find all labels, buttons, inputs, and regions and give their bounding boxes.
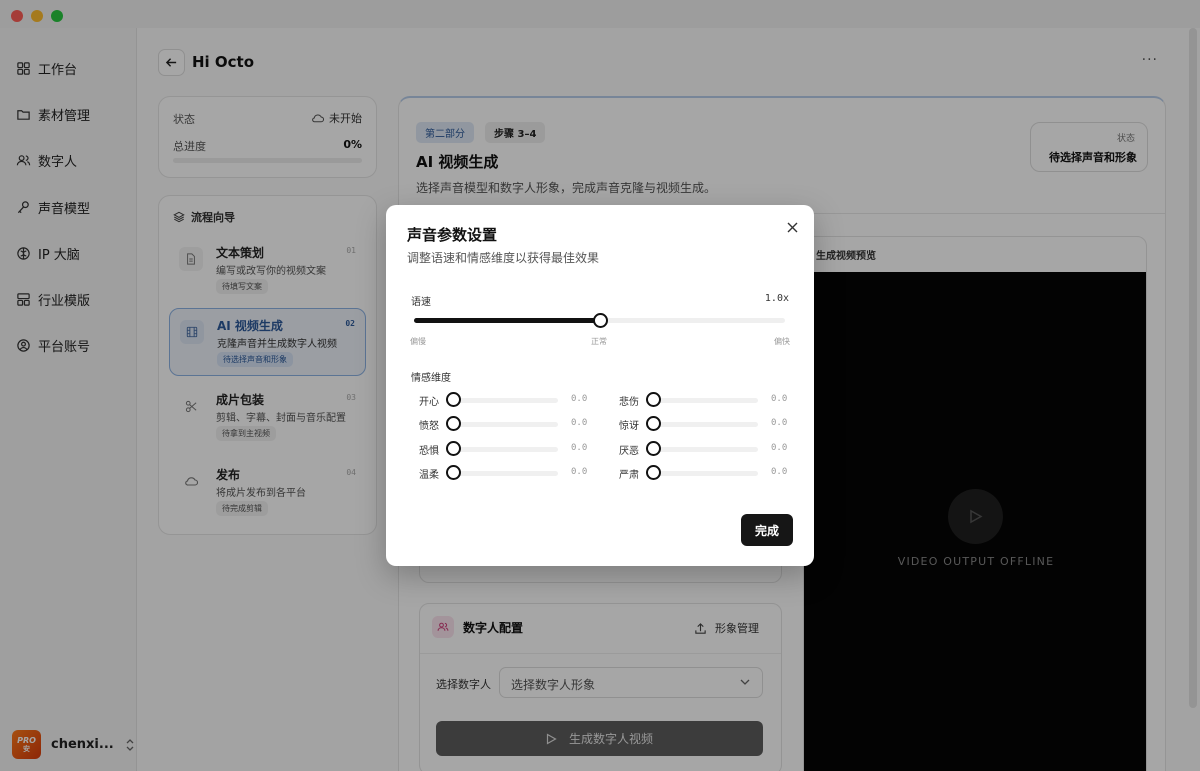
close-icon[interactable] bbox=[784, 219, 800, 235]
speed-min-label: 偏慢 bbox=[410, 337, 426, 346]
speed-slider-fill bbox=[414, 318, 600, 323]
speed-label: 语速 bbox=[411, 297, 431, 308]
slider-thumb[interactable] bbox=[646, 465, 661, 480]
speed-mid-label: 正常 bbox=[591, 337, 607, 346]
emotion-slider-angry[interactable]: 愤怒 0.0 bbox=[419, 416, 594, 432]
emotion-title: 情感维度 bbox=[411, 373, 451, 384]
slider-thumb[interactable] bbox=[646, 441, 661, 456]
slider-thumb[interactable] bbox=[446, 465, 461, 480]
speed-value: 1.0x bbox=[764, 293, 789, 304]
slider-thumb[interactable] bbox=[646, 416, 661, 431]
emotion-slider-serious[interactable]: 严肃 0.0 bbox=[619, 465, 794, 481]
speed-slider-thumb[interactable] bbox=[592, 313, 608, 328]
emotion-slider-gentle[interactable]: 温柔 0.0 bbox=[419, 465, 594, 481]
app-window: 工作台 素材管理 数字人 声音模型 IP 大脑 行业模版 平台账号 PRO 安 … bbox=[0, 0, 1200, 771]
speed-max-label: 偏快 bbox=[774, 337, 790, 346]
emotion-slider-happy[interactable]: 开心 0.0 bbox=[419, 392, 594, 408]
speed-slider[interactable] bbox=[414, 313, 785, 328]
emotion-slider-sad[interactable]: 悲伤 0.0 bbox=[619, 392, 794, 408]
emotion-slider-fear[interactable]: 恐惧 0.0 bbox=[419, 441, 594, 457]
voice-params-dialog: 声音参数设置 调整语速和情感维度以获得最佳效果 语速 1.0x 偏慢 正常 偏快… bbox=[386, 205, 814, 566]
dialog-title: 声音参数设置 bbox=[407, 226, 498, 244]
slider-thumb[interactable] bbox=[446, 441, 461, 456]
dialog-subtitle: 调整语速和情感维度以获得最佳效果 bbox=[407, 251, 600, 265]
slider-thumb[interactable] bbox=[446, 392, 461, 407]
slider-thumb[interactable] bbox=[646, 392, 661, 407]
slider-thumb[interactable] bbox=[446, 416, 461, 431]
emotion-slider-disgust[interactable]: 厌恶 0.0 bbox=[619, 441, 794, 457]
done-button[interactable]: 完成 bbox=[741, 514, 793, 546]
emotion-slider-surprise[interactable]: 惊讶 0.0 bbox=[619, 416, 794, 432]
